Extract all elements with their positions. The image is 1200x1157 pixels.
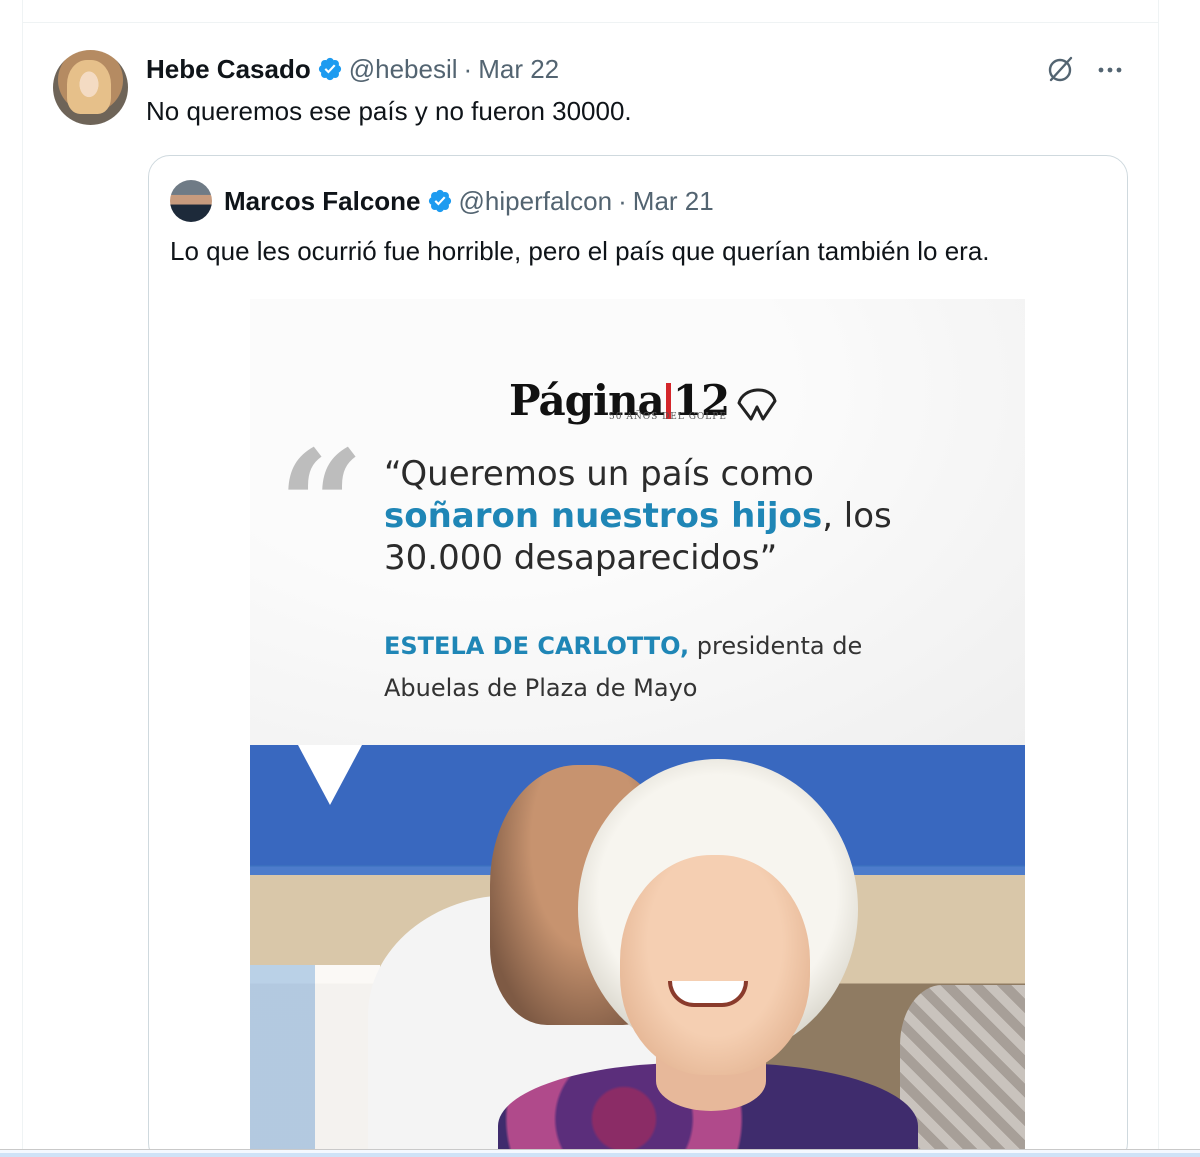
grok-icon[interactable] (1044, 54, 1076, 86)
attribution-org: Abuelas de Plaza de Mayo (384, 674, 698, 702)
quote-line-1: “Queremos un país como (384, 454, 814, 494)
attribution-name: ESTELA DE CARLOTTO, (384, 632, 690, 660)
pagina12-logo: Página 12 50 AÑOS DEL GOLPE (509, 365, 781, 423)
quote-line-3: 30.000 desaparecidos” (384, 538, 778, 578)
image-attribution: ESTELA DE CARLOTTO, presidenta de Abuela… (384, 625, 1004, 709)
quoted-author-handle[interactable]: @hiperfalcon (459, 186, 613, 217)
image-quote-text: “Queremos un país como soñaron nuestros … (384, 453, 1004, 579)
top-divider (22, 22, 1159, 23)
photo-woman-face (620, 855, 810, 1075)
quoted-tweet-image[interactable]: Página 12 50 AÑOS DEL GOLPE “ “Queremos … (250, 299, 1025, 1157)
author-avatar[interactable] (53, 50, 128, 125)
quoted-tweet-date[interactable]: Mar 21 (633, 186, 714, 217)
pañuelo-icon (737, 388, 777, 421)
attribution-role: presidenta de (689, 632, 863, 660)
quote-line-2-rest: , los (822, 496, 892, 536)
image-quote-panel: Página 12 50 AÑOS DEL GOLPE “ “Queremos … (250, 299, 1025, 745)
quoted-header-separator: · (618, 185, 627, 216)
quoted-author-avatar[interactable] (170, 180, 212, 222)
verified-badge-icon (317, 56, 343, 82)
left-divider (22, 0, 23, 1150)
author-name[interactable]: Hebe Casado (146, 54, 311, 85)
tweet-text: No queremos ese país y no fueron 30000. (146, 96, 632, 126)
verified-badge-icon (427, 188, 453, 214)
quote-mark-icon: “ (278, 418, 365, 594)
photo-flag (250, 965, 380, 1157)
quote-highlight: soñaron nuestros hijos (384, 496, 823, 536)
quoted-tweet-text: Lo que les ocurrió fue horrible, pero el… (170, 236, 990, 266)
right-divider (1158, 0, 1159, 1150)
tweet-date[interactable]: Mar 22 (478, 54, 559, 85)
logo-subtitle: 50 AÑOS DEL GOLPE (609, 412, 727, 422)
quoted-author-name[interactable]: Marcos Falcone (224, 186, 421, 217)
more-icon[interactable] (1094, 54, 1126, 86)
quoted-tweet-header: Marcos Falcone @hiperfalcon · Mar 21 (224, 184, 714, 218)
photo-white-triangle (298, 745, 362, 805)
quoted-tweet-card[interactable]: Marcos Falcone @hiperfalcon · Mar 21 Lo … (148, 155, 1128, 1157)
photo-background-person (900, 985, 1025, 1157)
header-separator: · (463, 53, 473, 84)
tweet-header: Hebe Casado @hebesil · Mar 22 (146, 52, 559, 86)
image-photo (250, 745, 1025, 1157)
avatar-figure (67, 60, 111, 114)
window-bottom-edge (0, 1149, 1200, 1157)
author-handle[interactable]: @hebesil (349, 54, 458, 85)
